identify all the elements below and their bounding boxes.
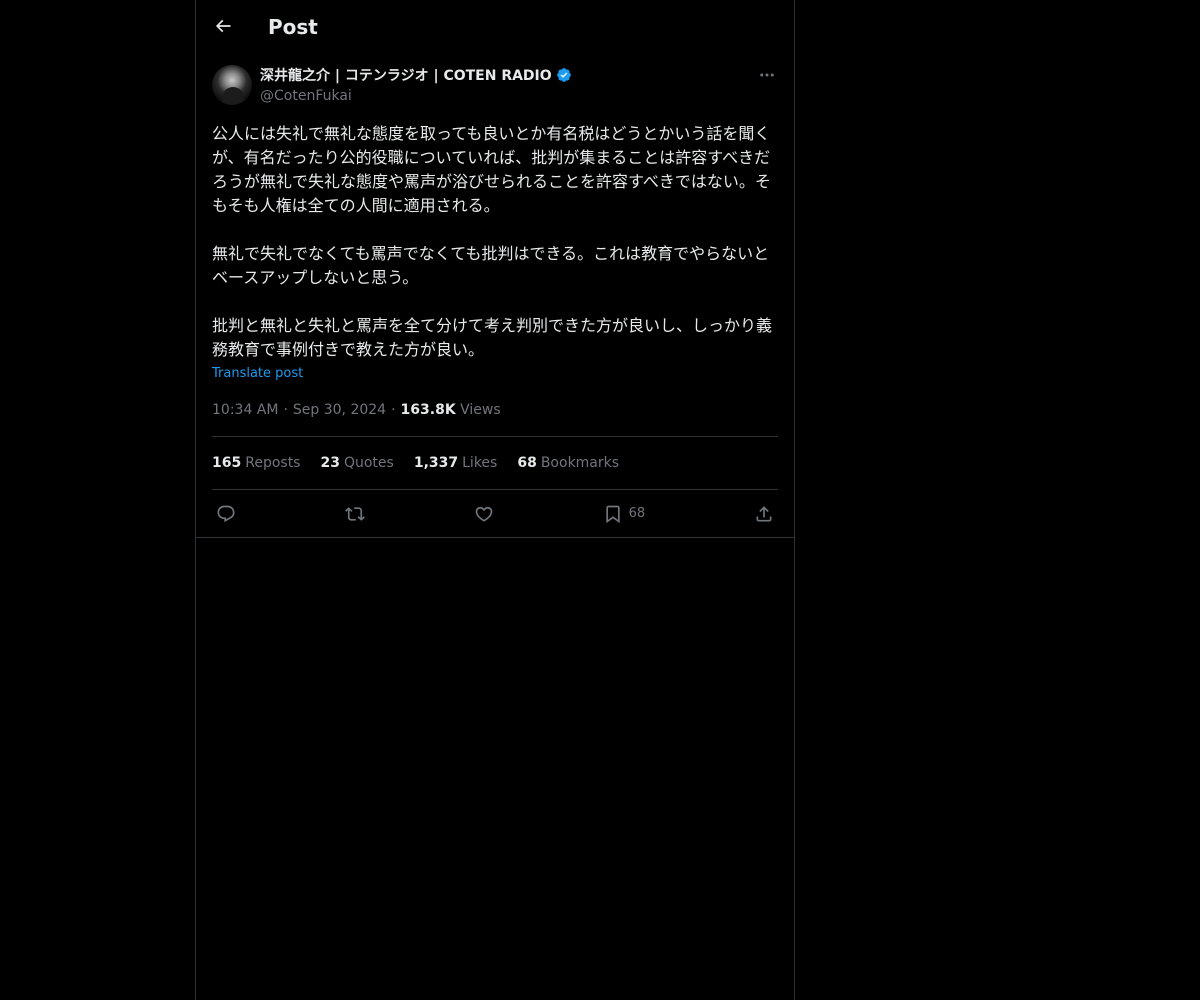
repost-button[interactable] xyxy=(344,504,365,524)
share-icon xyxy=(756,505,772,521)
repost-icon xyxy=(344,506,365,521)
post-text: 公人には失礼で無礼な態度を取っても良いとか有名税はどうとかいう話を聞くが、有名だ… xyxy=(212,124,773,359)
reply-icon xyxy=(217,505,235,522)
stat-reposts[interactable]: 165 Reposts xyxy=(212,455,300,471)
stat-count: 23 xyxy=(320,455,340,471)
translate-post-link[interactable]: Translate post xyxy=(212,364,303,384)
heart-icon xyxy=(475,506,493,522)
bookmark-count: 68 xyxy=(628,506,646,521)
stat-label: Bookmarks xyxy=(540,455,620,471)
bookmark-icon xyxy=(605,505,620,523)
stat-bookmarks[interactable]: 68 Bookmarks xyxy=(517,455,619,471)
like-button[interactable] xyxy=(474,504,494,524)
verified-badge-icon xyxy=(556,67,572,83)
post-author-row: 深井龍之介 | コテンラジオ | COTEN RADIO @CotenFukai xyxy=(212,64,778,116)
meta-separator: · xyxy=(283,402,288,418)
display-name-row: 深井龍之介 | コテンラジオ | COTEN RADIO xyxy=(260,64,572,86)
stat-label: Quotes xyxy=(343,455,394,471)
stat-count: 68 xyxy=(517,455,537,471)
stat-quotes[interactable]: 23 Quotes xyxy=(320,455,393,471)
views-label: Views xyxy=(460,402,501,418)
author-handle[interactable]: @CotenFukai xyxy=(260,86,572,106)
post-stats: 165 Reposts 23 Quotes 1,337 Likes 68 Bookmar… xyxy=(212,437,778,489)
stat-count: 165 xyxy=(212,455,242,471)
page-header: Post xyxy=(196,0,794,53)
bookmark-button[interactable]: 68 xyxy=(603,504,646,524)
reply-button[interactable] xyxy=(216,504,236,524)
author-display-name[interactable]: 深井龍之介 | コテンラジオ | COTEN RADIO xyxy=(260,65,552,85)
avatar[interactable] xyxy=(212,65,252,105)
more-options-button[interactable] xyxy=(756,64,778,86)
author-name-block: 深井龍之介 | コテンラジオ | COTEN RADIO @CotenFukai xyxy=(260,64,572,106)
views-count: 163.8K xyxy=(400,402,456,418)
post-date[interactable]: Sep 30, 2024 xyxy=(293,402,386,418)
back-button[interactable] xyxy=(206,9,240,43)
stat-likes[interactable]: 1,337 Likes xyxy=(414,455,498,471)
post-time[interactable]: 10:34 AM xyxy=(212,402,278,418)
post-action-bar: 68 xyxy=(196,490,794,538)
arrow-left-icon xyxy=(215,19,231,33)
primary-column: Post 深井龍之介 | コテンラジオ | COTEN RADIO @Coten… xyxy=(195,0,795,1000)
stat-label: Reposts xyxy=(245,455,301,471)
stat-label: Likes xyxy=(462,455,498,471)
share-button[interactable] xyxy=(754,504,774,524)
page-title: Post xyxy=(268,15,318,39)
meta-separator: · xyxy=(391,402,396,418)
post-meta: 10:34 AM · Sep 30, 2024 · 163.8K Views xyxy=(212,400,778,420)
stat-count: 1,337 xyxy=(413,455,459,471)
more-horizontal-icon xyxy=(760,73,774,77)
post-article: 深井龍之介 | コテンラジオ | COTEN RADIO @CotenFukai xyxy=(196,64,794,538)
